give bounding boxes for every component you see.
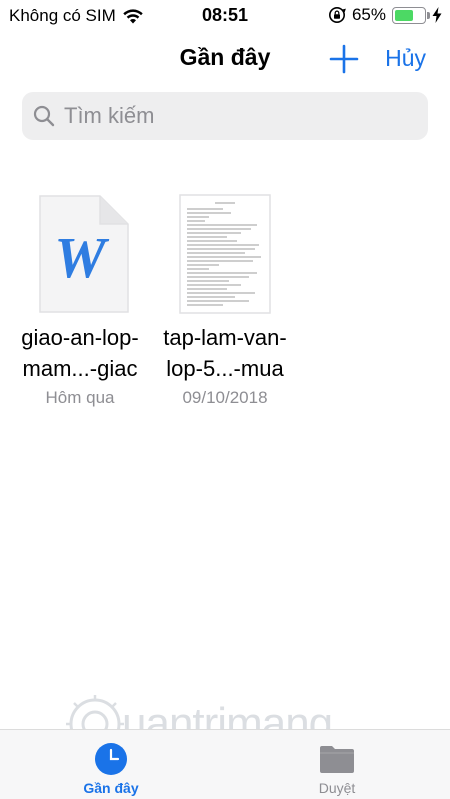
- file-name-line-2: lop-5...-mua: [166, 356, 284, 381]
- battery-percent: 65%: [351, 5, 386, 24]
- file-item-text[interactable]: tap-lam-van- lop-5...-mua 09/10/2018: [145, 180, 305, 420]
- file-name-line-1: tap-lam-van-: [163, 325, 287, 350]
- search-input[interactable]: [64, 103, 404, 129]
- folder-icon: [320, 746, 354, 773]
- rotation-lock-icon: [328, 7, 346, 23]
- search-icon: [33, 105, 55, 127]
- file-name-line-2: mam...-giac: [22, 356, 138, 381]
- battery-icon: [392, 6, 430, 24]
- tab-recent-label: Gần đây: [83, 780, 139, 796]
- plus-icon: [329, 44, 359, 74]
- status-bar: Không có SIM 08:51 65%: [0, 0, 450, 32]
- battery-cap: [427, 11, 430, 19]
- navigation-bar: Gần đây Hủy: [0, 32, 450, 88]
- battery-fill: [395, 9, 413, 21]
- svg-text:W: W: [54, 225, 109, 290]
- tab-browse[interactable]: Duyệt: [267, 730, 407, 799]
- cancel-button[interactable]: Hủy: [385, 45, 426, 72]
- charging-bolt-icon: [432, 7, 442, 23]
- tab-browse-label: Duyệt: [318, 780, 356, 796]
- text-page-preview: [179, 194, 271, 314]
- word-document-icon: W: [39, 195, 129, 313]
- file-name-line-1: giao-an-lop-: [21, 325, 139, 350]
- file-date: 09/10/2018: [182, 388, 268, 407]
- search-bar[interactable]: [22, 92, 428, 140]
- page-title: Gần đây: [179, 44, 271, 70]
- file-date: Hôm qua: [45, 388, 115, 407]
- add-button[interactable]: [328, 43, 360, 75]
- files-app-screen: Không có SIM 08:51 65% Gần đây Hủy Tìm k…: [0, 0, 450, 799]
- file-grid: W giao-an-lop- mam...-giac Hôm qua tap-l…: [0, 180, 450, 440]
- file-item-word[interactable]: W giao-an-lop- mam...-giac Hôm qua: [0, 180, 160, 420]
- tab-recent[interactable]: Gần đây: [41, 730, 181, 799]
- clock-icon: [95, 743, 127, 775]
- tab-bar: Gần đây Duyệt: [0, 729, 450, 799]
- status-right: 65%: [328, 5, 442, 25]
